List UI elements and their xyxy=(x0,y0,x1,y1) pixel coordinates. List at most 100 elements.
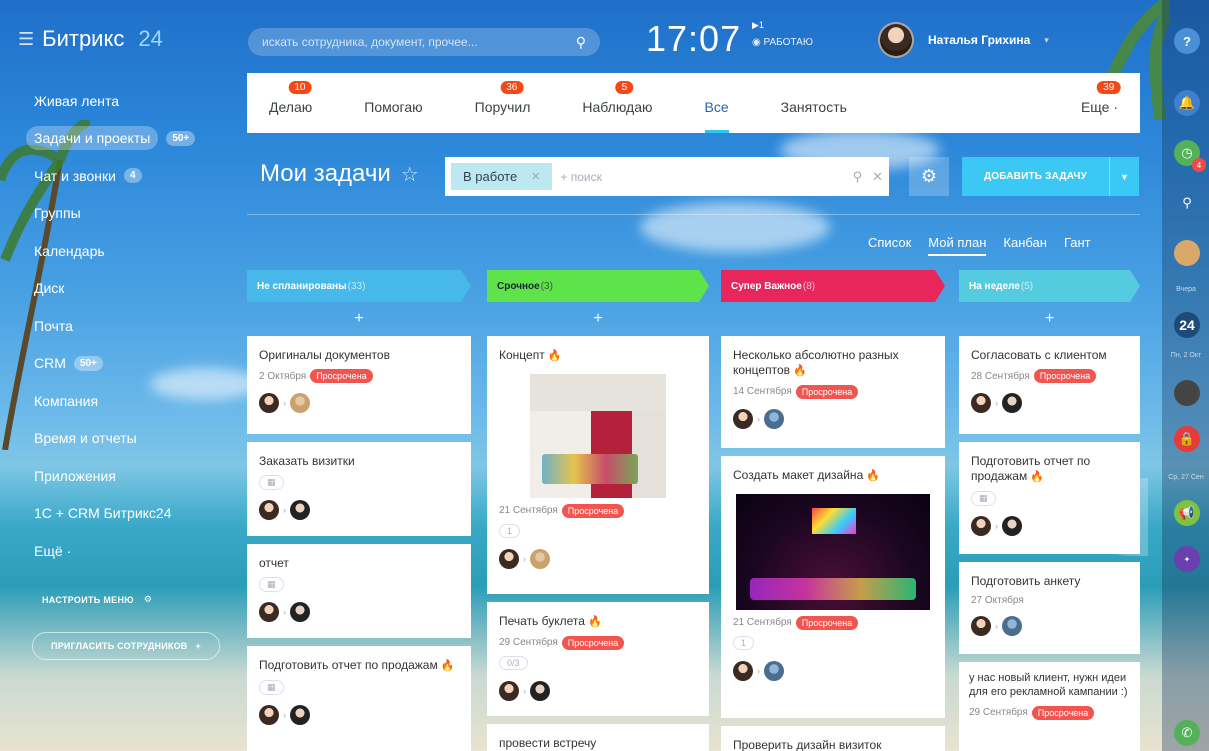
task-date: 27 Октября xyxy=(971,595,1024,606)
add-card-button[interactable]: + xyxy=(959,302,1140,336)
add-task-button[interactable]: ДОБАВИТЬ ЗАДАЧУ ▼ xyxy=(962,157,1139,196)
arrow-right-icon: › xyxy=(757,665,760,676)
menu-item-calendar[interactable]: Календарь xyxy=(34,232,195,270)
column-header[interactable]: Срочное (3) xyxy=(487,270,709,302)
phone-icon[interactable]: ✆ xyxy=(1174,720,1200,746)
column-header[interactable]: Супер Важное (8) xyxy=(721,270,945,302)
task-card[interactable]: Несколько абсолютно разных концептов 🔥 14… xyxy=(721,336,945,448)
task-card[interactable]: Согласовать с клиентом 28 Сентября Просро… xyxy=(959,336,1140,434)
task-date: 2 Октября xyxy=(259,370,307,382)
tab-doing[interactable]: 10 Делаю xyxy=(269,73,312,133)
kanban-column-urgent: Срочное (3) + Концепт 🔥 21 Сентября Просроч… xyxy=(487,270,709,751)
invite-employees-button[interactable]: ПРИГЛАСИТЬ СОТРУДНИКОВ + xyxy=(32,632,220,660)
task-card[interactable]: Подготовить анкету 27 Октября › xyxy=(959,562,1140,654)
task-card[interactable]: у нас новый клиент, нужн идеи для его ре… xyxy=(959,662,1140,751)
column-header[interactable]: Не спланированы (33) xyxy=(247,270,471,302)
tab-helping[interactable]: Помогаю xyxy=(364,73,422,133)
bell-icon[interactable]: 🔔 xyxy=(1174,90,1200,116)
bitrix24-app-icon[interactable]: 24 xyxy=(1174,312,1200,338)
task-card[interactable]: отчет ▦ › xyxy=(247,544,471,638)
fire-icon: 🔥 xyxy=(866,470,880,482)
recent-date-label: Пн, 2 Окт xyxy=(1170,352,1202,359)
menu-item-more[interactable]: Ещё · xyxy=(34,532,195,570)
view-tab-kanban[interactable]: Канбан xyxy=(1003,235,1047,256)
star-icon[interactable]: ☆ xyxy=(401,162,419,187)
tab-watching[interactable]: 5 Наблюдаю xyxy=(582,73,653,133)
task-title: отчет xyxy=(259,556,289,570)
filter-chip[interactable]: В работе ✕ xyxy=(451,163,553,190)
filter-box[interactable]: В работе ✕ ⚲ ✕ xyxy=(445,157,889,196)
filter-search-input[interactable] xyxy=(560,169,843,184)
tab-assigned[interactable]: 36 Поручил xyxy=(475,73,530,133)
workday-status[interactable]: ▶1 ◉ РАБОТАЮ xyxy=(752,20,813,48)
tab-all[interactable]: Все xyxy=(704,73,729,133)
overdue-badge: Просрочена xyxy=(561,503,625,518)
user-menu[interactable]: Наталья Грихина ▾ xyxy=(878,22,1049,58)
task-card[interactable]: Оригиналы документов 2 Октября Просрочена… xyxy=(247,336,471,434)
task-date: 14 Сентября xyxy=(733,386,792,398)
tab-more[interactable]: 39 Еще · xyxy=(1081,73,1121,133)
menu-item-1c-crm[interactable]: 1С + CRM Битрикс24 xyxy=(34,495,195,533)
close-icon[interactable]: ✕ xyxy=(531,170,540,183)
settings-gear-button[interactable]: ⚙ xyxy=(909,157,949,196)
tab-employment[interactable]: Занятость xyxy=(781,73,847,133)
lock-icon[interactable]: 🔒 xyxy=(1174,426,1200,452)
megaphone-icon[interactable]: 📢 xyxy=(1174,500,1200,526)
search-icon[interactable]: ⚲ xyxy=(576,34,586,51)
menu-item-apps[interactable]: Приложения xyxy=(34,457,195,495)
task-card[interactable]: Подготовить отчет по продажам 🔥 ▦ › xyxy=(247,646,471,751)
responsible-avatar xyxy=(1002,515,1022,536)
contact-avatar[interactable] xyxy=(1174,240,1200,266)
task-title: Концепт 🔥 xyxy=(499,348,562,362)
creator-avatar xyxy=(971,616,991,636)
group-avatar[interactable]: ✦ xyxy=(1174,546,1200,572)
checklist-count: 0/3 xyxy=(499,655,528,670)
menu-item-groups[interactable]: Группы xyxy=(34,195,195,233)
task-title: Заказать визитки xyxy=(259,454,355,468)
column-header[interactable]: На неделе (5) xyxy=(959,270,1140,302)
search-input[interactable] xyxy=(262,35,576,49)
search-icon[interactable]: ⚲ xyxy=(1174,190,1200,216)
task-card[interactable]: Проверить дизайн визиток xyxy=(721,726,945,751)
task-card[interactable]: Концепт 🔥 21 Сентября Просрочена 1 › xyxy=(487,336,709,594)
menu-item-disk[interactable]: Диск xyxy=(34,270,195,308)
menu-burger-icon[interactable]: ☰ xyxy=(18,29,34,50)
add-card-button[interactable]: + xyxy=(487,302,709,336)
arrow-right-icon: › xyxy=(283,505,286,515)
setup-menu-link[interactable]: НАСТРОИТЬ МЕНЮ ⚙ xyxy=(42,594,152,605)
arrow-right-icon: › xyxy=(995,398,998,408)
task-card[interactable]: Создать макет дизайна 🔥 21 Сентября Просро… xyxy=(721,456,945,718)
task-card[interactable]: Печать буклета 🔥 29 Сентября Просрочена 0/… xyxy=(487,602,709,716)
responsible-avatar xyxy=(1002,393,1022,413)
task-card[interactable]: Заказать визитки ▦ › xyxy=(247,442,471,536)
logo-suffix: 24 xyxy=(138,26,163,51)
add-card-button[interactable] xyxy=(721,302,945,336)
menu-item-mail[interactable]: Почта xyxy=(34,307,195,345)
responsible-avatar xyxy=(530,548,550,569)
menu-item-company[interactable]: Компания xyxy=(34,382,195,420)
add-card-button[interactable]: + xyxy=(247,302,471,336)
contact-avatar[interactable] xyxy=(1174,380,1200,406)
menu-badge: 4 xyxy=(123,168,142,184)
task-date: 29 Сентября xyxy=(969,707,1028,718)
chevron-down-icon[interactable]: ▼ xyxy=(1109,157,1139,196)
menu-item-time[interactable]: Время и отчеты xyxy=(34,420,195,458)
search-icon[interactable]: ⚲ xyxy=(853,169,863,185)
task-card[interactable]: провести встречу xyxy=(487,724,709,751)
menu-item-tasks[interactable]: Задачи и проекты 50+ xyxy=(26,120,196,158)
view-tab-list[interactable]: Список xyxy=(868,235,911,256)
help-icon[interactable]: ? xyxy=(1174,28,1200,54)
view-tab-gantt[interactable]: Гант xyxy=(1064,235,1091,256)
view-tabs: Список Мой план Канбан Гант xyxy=(868,235,1091,256)
logo[interactable]: ☰ Битрикс 24 xyxy=(18,26,163,52)
task-title: Печать буклета 🔥 xyxy=(499,614,602,628)
tab-count: 5 xyxy=(615,81,634,94)
task-image[interactable] xyxy=(530,373,666,498)
clear-icon[interactable]: ✕ xyxy=(872,169,883,185)
header-search[interactable]: ⚲ xyxy=(248,28,600,56)
menu-item-crm[interactable]: CRM 50+ xyxy=(34,345,195,383)
task-image[interactable] xyxy=(736,493,930,610)
menu-item-chat[interactable]: Чат и звонки 4 xyxy=(34,157,195,195)
menu-item-feed[interactable]: Живая лента xyxy=(34,82,195,120)
view-tab-my-plan[interactable]: Мой план xyxy=(928,235,987,256)
